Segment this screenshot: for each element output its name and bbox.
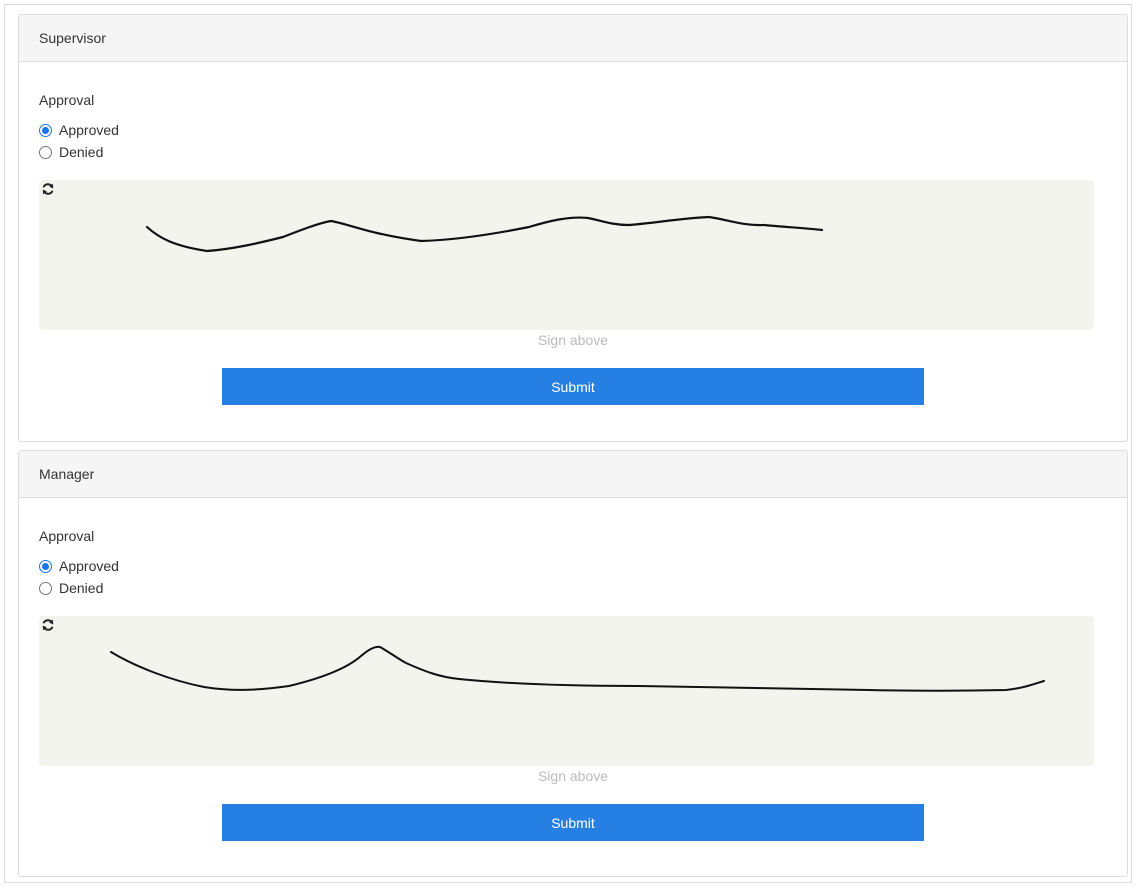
denied-radio[interactable] (39, 145, 52, 159)
approved-label: Approved (59, 558, 119, 574)
approved-radio[interactable] (39, 123, 52, 137)
manager-panel: Manager Approval Approved Denied Sign ab… (18, 450, 1128, 877)
denied-label: Denied (59, 144, 104, 160)
refresh-icon[interactable] (41, 182, 55, 196)
approved-radio[interactable] (39, 559, 52, 573)
approved-option[interactable]: Approved (39, 556, 119, 576)
panel-title: Supervisor (19, 15, 1127, 62)
panel-title: Manager (19, 451, 1127, 498)
sign-above-hint: Sign above (537, 332, 609, 348)
denied-option[interactable]: Denied (39, 578, 103, 598)
signature-pad[interactable] (39, 180, 1094, 330)
denied-option[interactable]: Denied (39, 142, 103, 162)
approved-label: Approved (59, 122, 119, 138)
signature-stroke (145, 215, 824, 253)
signature-pad[interactable] (39, 616, 1094, 766)
supervisor-panel: Supervisor Approval Approved Denied Sign… (18, 14, 1128, 442)
submit-button[interactable]: Submit (222, 804, 924, 841)
form-container: Supervisor Approval Approved Denied Sign… (4, 4, 1132, 883)
approval-label: Approval (39, 528, 95, 544)
signature-stroke (110, 645, 1045, 692)
denied-radio[interactable] (39, 581, 52, 595)
submit-button[interactable]: Submit (222, 368, 924, 405)
refresh-icon[interactable] (41, 618, 55, 632)
approved-option[interactable]: Approved (39, 120, 119, 140)
approval-label: Approval (39, 92, 95, 108)
sign-above-hint: Sign above (537, 768, 609, 784)
denied-label: Denied (59, 580, 104, 596)
